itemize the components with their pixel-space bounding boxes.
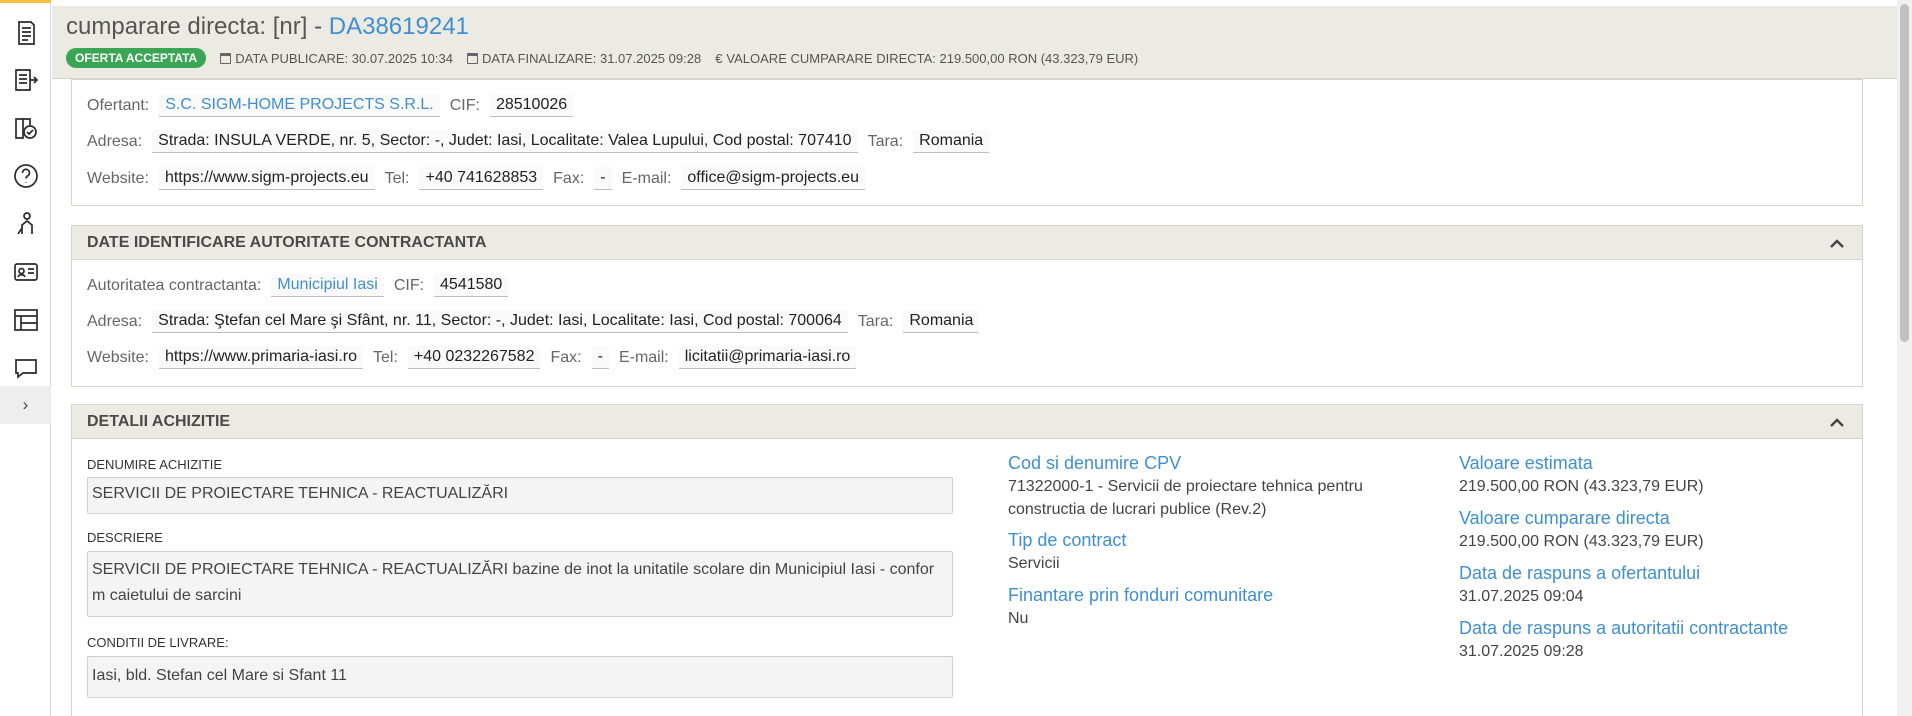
tel-label: Tel: (384, 169, 410, 187)
nav-help-icon[interactable] (9, 159, 42, 192)
chevron-up-icon[interactable] (1828, 414, 1846, 430)
descriere-field: SERVICII DE PROIECTARE TEHNICA - REACTUA… (87, 551, 953, 617)
ofertant-country: Romania (913, 130, 990, 153)
cpv-value: 71322000-1 - Servicii de proiectare tehn… (1008, 478, 1363, 518)
autoritate-name-link[interactable]: Municipiul Iasi (271, 274, 384, 297)
ofertant-email: office@sigm-projects.eu (681, 167, 865, 190)
status-badge: OFERTA ACCEPTATA (66, 48, 207, 68)
denumire-label: DENUMIRE ACHIZITIE (87, 457, 223, 472)
ofertant-address: Strada: INSULA VERDE, nr. 5, Sector: -, … (152, 130, 858, 153)
denumire-field: SERVICII DE PROIECTARE TEHNICA - REACTUA… (87, 477, 953, 514)
sidebar-accent-bar (0, 0, 51, 3)
end-date-text: DATA FINALIZARE: 31.07.2025 09:28 (481, 50, 702, 66)
cif-label: CIF: (393, 276, 425, 294)
calendar-icon (220, 52, 232, 64)
country-label: Tara: (867, 132, 904, 150)
valoare-estimata-title: Valoare estimata (1459, 453, 1593, 473)
ofertant-cif: 28510026 (489, 94, 574, 117)
address-label: Adresa: (87, 312, 143, 330)
end-date: DATA FINALIZARE: 31.07.2025 09:28 (466, 50, 702, 66)
email-label: E-mail: (621, 169, 672, 187)
valoare-cd-title: Valoare cumparare directa (1459, 508, 1670, 528)
cpv-title: Cod si denumire CPV (1008, 453, 1182, 473)
ofertant-name-link[interactable]: S.C. SIGM-HOME PROJECTS S.R.L. (159, 94, 440, 117)
panel-detalii: DETALII ACHIZITIE DENUMIRE ACHIZITIE SER… (71, 404, 1863, 716)
page-title: cumparare directa: [nr] - DA38619241 (66, 13, 469, 41)
raspuns-ac-value: 31.07.2025 09:28 (1459, 643, 1584, 660)
descriere-label: DESCRIERE (87, 530, 163, 545)
direct-purchase-value: € VALOARE CUMPARARE DIRECTA: 219.500,00 … (715, 51, 1138, 66)
valoare-estimata-value: 219.500,00 RON (43.323,79 EUR) (1459, 478, 1704, 495)
autoritate-website: https://www.primaria-iasi.ro (158, 346, 363, 369)
email-label: E-mail: (618, 348, 669, 366)
livrare-field: Iasi, bld. Stefan cel Mare si Sfant 11 (87, 656, 953, 698)
raspuns-ofertant-title: Data de raspuns a ofertantului (1459, 563, 1701, 583)
sidebar-expand-chevron-icon[interactable]: › (0, 386, 51, 424)
tip-contract-title: Tip de contract (1008, 530, 1127, 550)
panel-detalii-title: DETALII ACHIZITIE (87, 412, 231, 430)
autoritate-tel: +40 0232267582 (407, 346, 541, 369)
nav-catalog-check-icon[interactable] (9, 111, 42, 144)
website-label: Website: (87, 348, 149, 366)
ofertant-label: Ofertant: (87, 96, 150, 114)
nav-document-icon[interactable] (9, 16, 42, 49)
left-sidebar: › (0, 0, 51, 716)
publish-date: DATA PUBLICARE: 30.07.2025 10:34 (220, 51, 453, 66)
valoare-cd-value: 219.500,00 RON (43.323,79 EUR) (1459, 533, 1704, 550)
scrollbar-thumb[interactable] (1900, 4, 1909, 342)
address-label: Adresa: (87, 132, 143, 150)
autoritate-address-row: Adresa: Strada: Ştefan cel Mare şi Sfânt… (87, 310, 980, 333)
nav-chat-icon[interactable] (9, 351, 42, 384)
autoritate-cif: 4541580 (434, 274, 509, 297)
website-label: Website: (87, 169, 149, 187)
header-meta: OFERTA ACCEPTATA DATA PUBLICARE: 30.07.2… (66, 47, 1138, 69)
nav-dashboard-icon[interactable] (9, 303, 42, 336)
fax-label: Fax: (553, 169, 585, 187)
tel-label: Tel: (373, 348, 398, 366)
panel-ofertant: Ofertant: S.C. SIGM-HOME PROJECTS S.R.L.… (71, 79, 1863, 206)
autoritate-label: Autoritatea contractanta: (87, 276, 262, 294)
panel-detalii-header[interactable]: DETALII ACHIZITIE (72, 405, 1862, 439)
ofertant-address-row: Adresa: Strada: INSULA VERDE, nr. 5, Sec… (87, 130, 990, 153)
panel-autoritate-header[interactable]: DATE IDENTIFICARE AUTORITATE CONTRACTANT… (72, 226, 1862, 260)
main-content: cumparare directa: [nr] - DA38619241 OFE… (52, 0, 1897, 716)
raspuns-ac-title: Data de raspuns a autoritatii contractan… (1459, 618, 1789, 638)
nav-list-export-icon[interactable] (9, 63, 42, 96)
page-title-prefix: cumparare directa: [nr] - (66, 13, 323, 40)
ofertant-row: Ofertant: S.C. SIGM-HOME PROJECTS S.R.L.… (87, 94, 574, 117)
fax-label: Fax: (550, 348, 582, 366)
raspuns-ofertant-value: 31.07.2025 09:04 (1459, 588, 1584, 605)
panel-autoritate-title: DATE IDENTIFICARE AUTORITATE CONTRACTANT… (87, 233, 487, 251)
autoritate-email: licitatii@primaria-iasi.ro (678, 346, 857, 369)
autoritate-contact-row: Website: https://www.primaria-iasi.ro Te… (87, 346, 857, 369)
autoritate-address: Strada: Ştefan cel Mare şi Sfânt, nr. 11… (152, 310, 848, 333)
panel-autoritate: DATE IDENTIFICARE AUTORITATE CONTRACTANT… (71, 225, 1863, 387)
ofertant-website: https://www.sigm-projects.eu (158, 167, 375, 190)
publish-date-text: DATA PUBLICARE: 30.07.2025 10:34 (235, 50, 453, 66)
direct-purchase-value-text: VALOARE CUMPARARE DIRECTA: 219.500,00 RO… (726, 50, 1139, 66)
procurement-code: DA38619241 (328, 13, 469, 40)
nav-user-icon[interactable] (9, 207, 42, 240)
tip-contract-value: Servicii (1008, 555, 1060, 572)
autoritate-country: Romania (903, 310, 980, 333)
chevron-up-icon[interactable] (1828, 235, 1846, 251)
euro-icon: € (715, 50, 723, 66)
cif-label: CIF: (449, 96, 480, 114)
ofertant-tel: +40 741628853 (419, 167, 544, 190)
fonduri-title: Finantare prin fonduri comunitare (1008, 585, 1274, 605)
livrare-label: CONDITII DE LIVRARE: (87, 635, 229, 650)
calendar-icon (466, 52, 478, 64)
fonduri-value: Nu (1008, 610, 1029, 627)
ofertant-contact-row: Website: https://www.sigm-projects.eu Te… (87, 167, 865, 190)
autoritate-row: Autoritatea contractanta: Municipiul Ias… (87, 274, 509, 297)
country-label: Tara: (857, 312, 894, 330)
page-header: cumparare directa: [nr] - DA38619241 OFE… (52, 6, 1897, 79)
autoritate-fax: - (591, 346, 609, 369)
ofertant-fax: - (594, 167, 612, 190)
nav-id-card-icon[interactable] (9, 255, 42, 288)
